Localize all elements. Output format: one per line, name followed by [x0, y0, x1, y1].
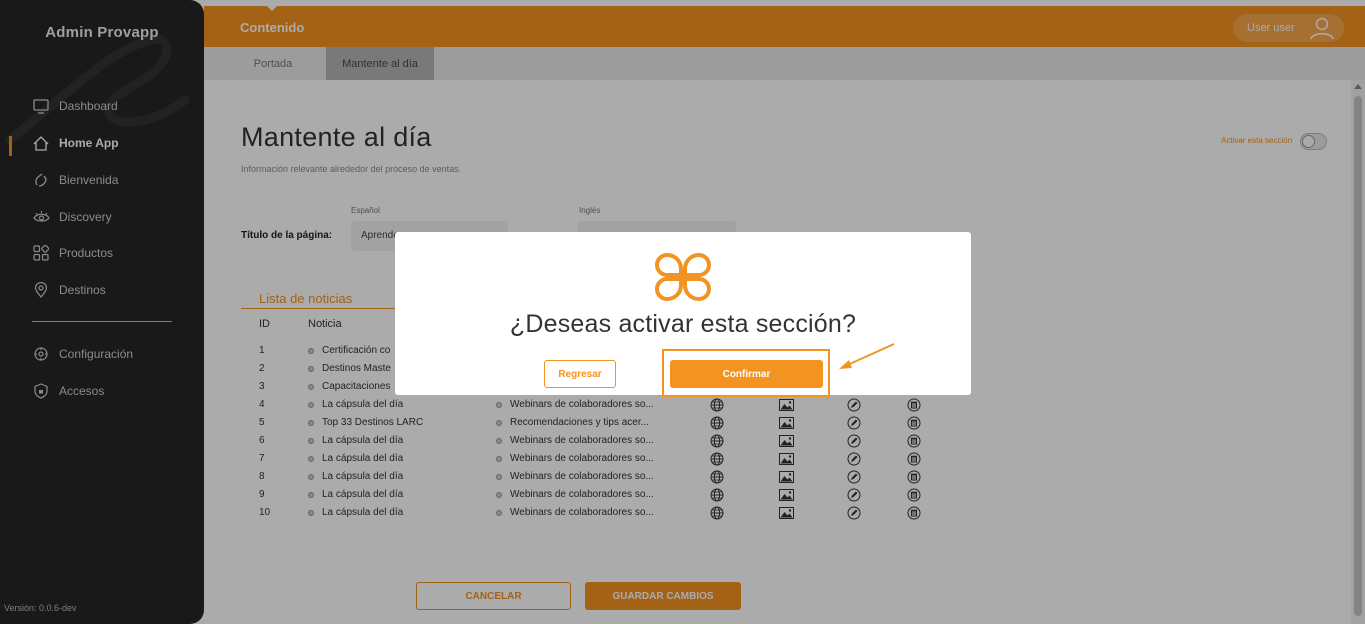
annotation-arrow-icon: [839, 343, 895, 369]
confirm-button[interactable]: Confirmar: [670, 360, 823, 388]
clover-logo-icon: [655, 252, 711, 302]
dialog-question: ¿Deseas activar esta sección?: [509, 310, 857, 338]
back-button[interactable]: Regresar: [544, 360, 616, 388]
